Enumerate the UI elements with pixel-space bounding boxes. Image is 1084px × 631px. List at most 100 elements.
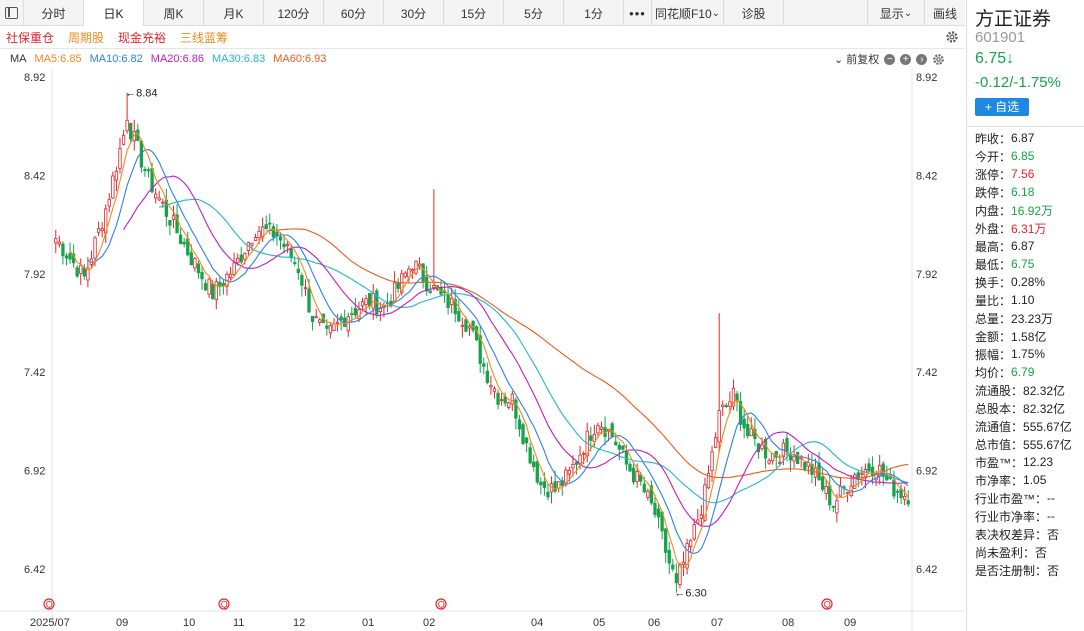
- candle-body: [539, 481, 543, 486]
- stat-value: 否: [1047, 563, 1060, 578]
- tab-10[interactable]: •••: [624, 0, 652, 26]
- stat-row: 振幅： 1.75%: [967, 345, 1084, 363]
- zoom-out-icon[interactable]: −: [884, 53, 896, 65]
- tag-cash-rich[interactable]: 现金充裕: [116, 29, 168, 46]
- candle-body: [325, 325, 329, 329]
- candle-body: [314, 316, 318, 319]
- candle-body: [118, 148, 122, 169]
- stock-name: 方正证券: [975, 9, 1052, 30]
- candle-body: [689, 540, 693, 547]
- stat-row: 市净率： 1.05: [967, 471, 1084, 489]
- candle-body: [517, 419, 522, 430]
- candle-body: [107, 198, 111, 207]
- candle-body: [171, 215, 176, 220]
- stat-label: 最低：: [975, 257, 1012, 272]
- stat-label: 流通值：: [975, 419, 1024, 434]
- tag-bluechip[interactable]: 三线蓝筹: [178, 29, 230, 46]
- candle-body: [785, 437, 789, 452]
- add-watchlist-button[interactable]: + 自选: [975, 98, 1029, 116]
- tab-12[interactable]: 诊股: [724, 0, 784, 26]
- tab-4[interactable]: 120分: [264, 0, 324, 26]
- candle-body: [460, 324, 465, 327]
- candle-body: [457, 310, 461, 322]
- y-tick-right: 8.42: [916, 170, 937, 182]
- candle-body: [157, 197, 161, 201]
- stat-row: 总股本： 82.32亿: [967, 399, 1084, 417]
- candle-body: [724, 405, 728, 407]
- candle-body: [671, 564, 675, 570]
- candle-body: [710, 451, 714, 472]
- candle-body: [378, 308, 382, 313]
- chart-settings-icon[interactable]: [932, 53, 945, 66]
- draw-button[interactable]: 画线: [925, 0, 965, 26]
- candle-body: [567, 469, 572, 475]
- candle-body: [335, 321, 340, 324]
- stat-label: 流通股：: [975, 383, 1024, 398]
- x-tick-label: 12: [293, 617, 305, 629]
- candle-body: [339, 316, 343, 321]
- stat-row: 最低： 6.75: [967, 255, 1084, 273]
- candle-body: [79, 264, 83, 274]
- candle-body: [421, 263, 425, 282]
- sidebar-toggle-icon[interactable]: [0, 0, 24, 26]
- candle-body: [674, 573, 679, 584]
- candle-body: [664, 528, 668, 553]
- stat-row: 是否注册制：否: [967, 561, 1084, 579]
- tab-9[interactable]: 1分: [564, 0, 624, 26]
- fuquan-dropdown[interactable]: ⌄ 前复权: [834, 51, 879, 67]
- tab-11[interactable]: 同花顺F10 ⌄: [652, 0, 724, 26]
- settings-gear-icon[interactable]: [945, 30, 959, 44]
- scroll-right-icon[interactable]: ›: [916, 53, 928, 65]
- stat-label: 行业市净率：: [975, 509, 1048, 524]
- concept-tags: 社保重仓 周期股 现金充裕 三线蓝筹: [0, 27, 965, 49]
- candle-body: [328, 325, 333, 334]
- tab-spacer: [784, 0, 867, 25]
- candle-body: [410, 268, 415, 272]
- tab-6[interactable]: 30分: [384, 0, 444, 26]
- tag-cyclical[interactable]: 周期股: [66, 29, 106, 46]
- stat-row: 尚未盈利：否: [967, 543, 1084, 561]
- stat-row: 昨收： 6.87: [967, 129, 1084, 147]
- candle-body: [403, 272, 407, 278]
- tab-7[interactable]: 15分: [444, 0, 504, 26]
- tab-1[interactable]: 日K: [84, 0, 144, 26]
- ma-label: MA: [10, 53, 27, 65]
- tab-3[interactable]: 月K: [204, 0, 264, 26]
- stat-row: 行业市净率： --: [967, 507, 1084, 525]
- candle-body: [646, 490, 650, 498]
- stat-label: 行业市盈™：: [975, 491, 1048, 506]
- candle-body: [499, 399, 504, 402]
- candle-body: [728, 401, 732, 407]
- candle-body: [617, 444, 621, 450]
- zoom-in-icon[interactable]: +: [900, 53, 912, 65]
- tab-5[interactable]: 60分: [324, 0, 384, 26]
- event-marker-glyph: Q: [438, 600, 445, 610]
- candle-body: [207, 278, 211, 295]
- candle-body: [264, 224, 268, 229]
- y-tick-right: 6.92: [916, 466, 937, 478]
- stat-value: 12.23: [1023, 455, 1054, 469]
- stat-value: 82.32亿: [1023, 401, 1066, 416]
- ma10-value: MA10:6.82: [89, 53, 143, 65]
- candle-body: [239, 254, 243, 263]
- candle-body: [510, 393, 514, 405]
- stat-label: 量比：: [975, 293, 1012, 308]
- stat-value: 555.67亿: [1023, 419, 1072, 434]
- x-tick-label: 04: [531, 617, 543, 629]
- candle-body: [860, 472, 864, 475]
- fuquan-label: 前复权: [846, 54, 880, 66]
- candle-body: [903, 495, 907, 500]
- candle-body: [699, 514, 703, 519]
- stat-label: 市净率：: [975, 473, 1024, 488]
- candle-body: [574, 461, 579, 465]
- stat-label: 是否注册制：: [975, 563, 1048, 578]
- tab-2[interactable]: 周K: [144, 0, 204, 26]
- stat-value: 7.56: [1011, 167, 1035, 181]
- tag-social-security[interactable]: 社保重仓: [4, 29, 56, 46]
- kline-chart[interactable]: 8.92 8.92 8.42 8.42 7.92 7.92 7.42 7.42 6.92 6.92…: [0, 68, 965, 631]
- candle-body: [392, 282, 397, 303]
- candle-body: [353, 308, 358, 316]
- tab-0[interactable]: 分时: [24, 0, 84, 26]
- display-menu[interactable]: 显示 ⌄: [867, 0, 925, 26]
- tab-8[interactable]: 5分: [504, 0, 564, 26]
